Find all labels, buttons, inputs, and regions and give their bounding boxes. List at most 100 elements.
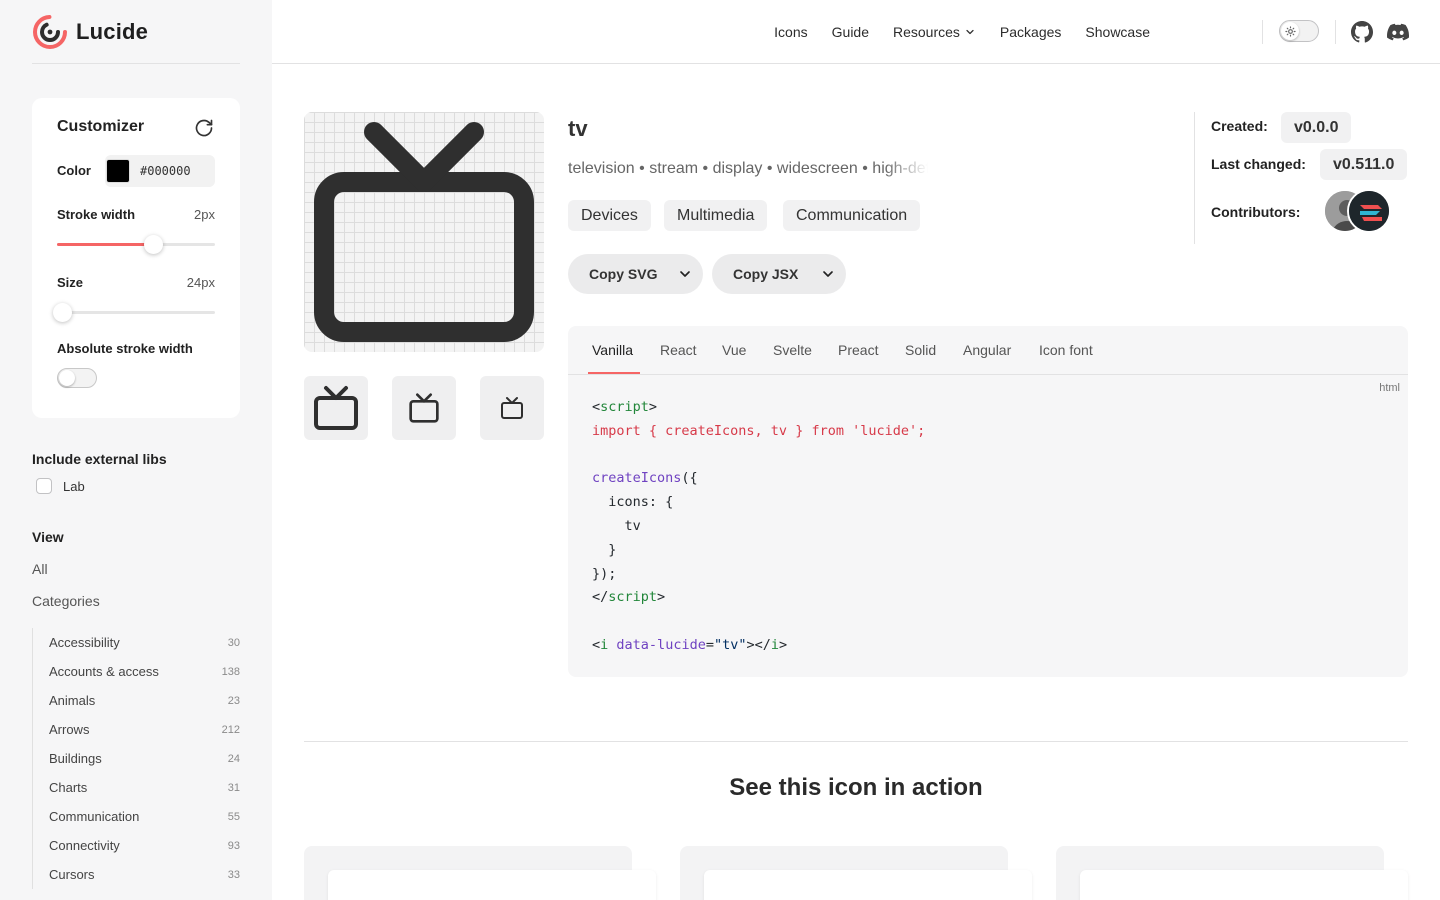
code-token: > xyxy=(657,589,666,606)
tab-svelte[interactable]: Svelte xyxy=(773,342,812,358)
code-line: icons: { xyxy=(592,494,674,511)
nav-link-showcase[interactable]: Showcase xyxy=(1085,24,1150,40)
last-changed-version-badge[interactable]: v0.511.0 xyxy=(1320,149,1408,180)
top-nav: Icons Guide Resources Packages Showcase xyxy=(272,0,1440,64)
icon-name: tv xyxy=(568,116,588,141)
chevron-down-icon[interactable] xyxy=(677,266,693,282)
tab-vue[interactable]: Vue xyxy=(722,342,746,358)
view-categories-link[interactable]: Categories xyxy=(32,593,100,609)
stroke-width-label: Stroke width xyxy=(57,207,136,222)
reset-button[interactable] xyxy=(192,116,216,140)
nav-link-resources-label: Resources xyxy=(893,24,960,40)
lab-checkbox[interactable] xyxy=(36,478,52,494)
copy-svg-label: Copy SVG xyxy=(589,266,658,282)
color-picker[interactable]: #000000 xyxy=(105,155,215,187)
demo-card xyxy=(1056,846,1408,900)
icon-meta: Created: v0.0.0 Last changed: v0.511.0 C… xyxy=(1194,112,1408,244)
category-name: Accounts & access xyxy=(49,664,159,679)
category-count: 24 xyxy=(227,752,240,765)
code-token: "tv" xyxy=(713,636,747,653)
slider-handle[interactable] xyxy=(144,235,164,254)
view-all-link[interactable]: All xyxy=(32,561,48,577)
slider-handle[interactable] xyxy=(53,303,72,322)
absolute-stroke-toggle[interactable] xyxy=(57,368,97,388)
theme-toggle[interactable] xyxy=(1279,20,1319,42)
view-heading: View xyxy=(32,529,64,545)
category-item[interactable]: Cursors 33 xyxy=(33,860,240,889)
category-item[interactable]: Accounts & access 138 xyxy=(33,657,240,686)
demo-card-content xyxy=(328,870,656,900)
code-token: > xyxy=(779,636,788,653)
category-name: Communication xyxy=(49,809,140,824)
chevron-down-icon[interactable] xyxy=(820,266,836,282)
chevron-down-icon xyxy=(966,29,974,35)
category-tag-communication[interactable]: Communication xyxy=(783,200,921,231)
github-icon[interactable] xyxy=(1351,21,1373,43)
code-token: </ xyxy=(592,589,609,606)
last-changed-label: Last changed: xyxy=(1211,156,1306,172)
tv-icon xyxy=(501,397,523,419)
category-item[interactable]: Connectivity 93 xyxy=(33,831,240,860)
code-token: > xyxy=(648,399,658,415)
category-tag-multimedia[interactable]: Multimedia xyxy=(664,200,768,231)
nav-link-resources[interactable]: Resources xyxy=(893,24,976,40)
thumbnail-large[interactable] xyxy=(304,376,368,440)
tab-preact[interactable]: Preact xyxy=(838,342,878,358)
customizer-title: Customizer xyxy=(57,118,145,135)
code-panel: Vanilla React Vue Svelte Preact Solid An… xyxy=(568,326,1408,677)
category-tag-devices[interactable]: Devices xyxy=(568,200,651,231)
category-name: Accessibility xyxy=(49,635,120,650)
category-list: Accessibility 30 Accounts & access 138 Anima… xyxy=(32,628,240,889)
created-version-badge[interactable]: v0.0.0 xyxy=(1281,112,1352,143)
lucide-logo-icon xyxy=(33,15,67,49)
code-line: tv xyxy=(592,517,641,534)
category-count: 93 xyxy=(227,839,240,852)
nav-link-guide[interactable]: Guide xyxy=(832,24,869,40)
copy-jsx-label: Copy JSX xyxy=(733,266,799,282)
category-item[interactable]: Communication 55 xyxy=(33,802,240,831)
tab-solid[interactable]: Solid xyxy=(905,342,936,358)
section-divider xyxy=(304,741,1408,742)
thumbnail-medium[interactable] xyxy=(392,376,456,440)
brand[interactable]: Lucide xyxy=(32,14,148,50)
discord-icon[interactable] xyxy=(1387,21,1409,43)
tab-vanilla[interactable]: Vanilla xyxy=(592,342,633,358)
color-hex-value[interactable]: #000000 xyxy=(140,164,191,178)
copy-svg-button[interactable]: Copy SVG xyxy=(568,254,703,294)
code-token: script xyxy=(608,589,658,606)
code-token: data-lucide xyxy=(616,636,706,653)
contributor-logo-icon xyxy=(1349,191,1389,231)
size-slider[interactable] xyxy=(53,303,215,322)
code-block[interactable]: <script> import { createIcons, tv } from… xyxy=(592,396,925,658)
category-item[interactable]: Charts 31 xyxy=(33,773,240,802)
color-swatch[interactable] xyxy=(106,159,130,183)
stroke-width-value: 2px xyxy=(194,207,215,222)
category-item[interactable]: Buildings 24 xyxy=(33,744,240,773)
contributors-label: Contributors: xyxy=(1211,204,1301,220)
code-token: ></ xyxy=(746,636,771,653)
tab-icon-font[interactable]: Icon font xyxy=(1039,342,1093,358)
lab-checkbox-row[interactable]: Lab xyxy=(36,478,85,494)
copy-jsx-button[interactable]: Copy JSX xyxy=(712,254,846,294)
thumbnail-small[interactable] xyxy=(480,376,544,440)
tab-angular[interactable]: Angular xyxy=(963,342,1011,358)
code-token: < xyxy=(592,399,601,415)
category-item[interactable]: Arrows 212 xyxy=(33,715,240,744)
nav-link-icons[interactable]: Icons xyxy=(774,24,807,40)
sun-icon xyxy=(1284,25,1296,37)
slider-fill xyxy=(57,243,152,246)
nav-link-packages[interactable]: Packages xyxy=(1000,24,1061,40)
stroke-width-slider[interactable] xyxy=(57,235,215,254)
tv-icon xyxy=(314,122,534,342)
divider xyxy=(32,63,240,64)
code-token: i xyxy=(770,636,780,653)
category-item[interactable]: Animals 23 xyxy=(33,686,240,715)
absolute-stroke-label: Absolute stroke width xyxy=(57,341,193,356)
contributor-avatar[interactable] xyxy=(1347,189,1391,233)
code-language-label: html xyxy=(1379,382,1400,394)
section-title: See this icon in action xyxy=(729,774,983,801)
category-item[interactable]: Accessibility 30 xyxy=(33,628,240,657)
category-count: 31 xyxy=(227,781,240,794)
tab-react[interactable]: React xyxy=(660,342,697,358)
brand-name: Lucide xyxy=(76,19,149,44)
